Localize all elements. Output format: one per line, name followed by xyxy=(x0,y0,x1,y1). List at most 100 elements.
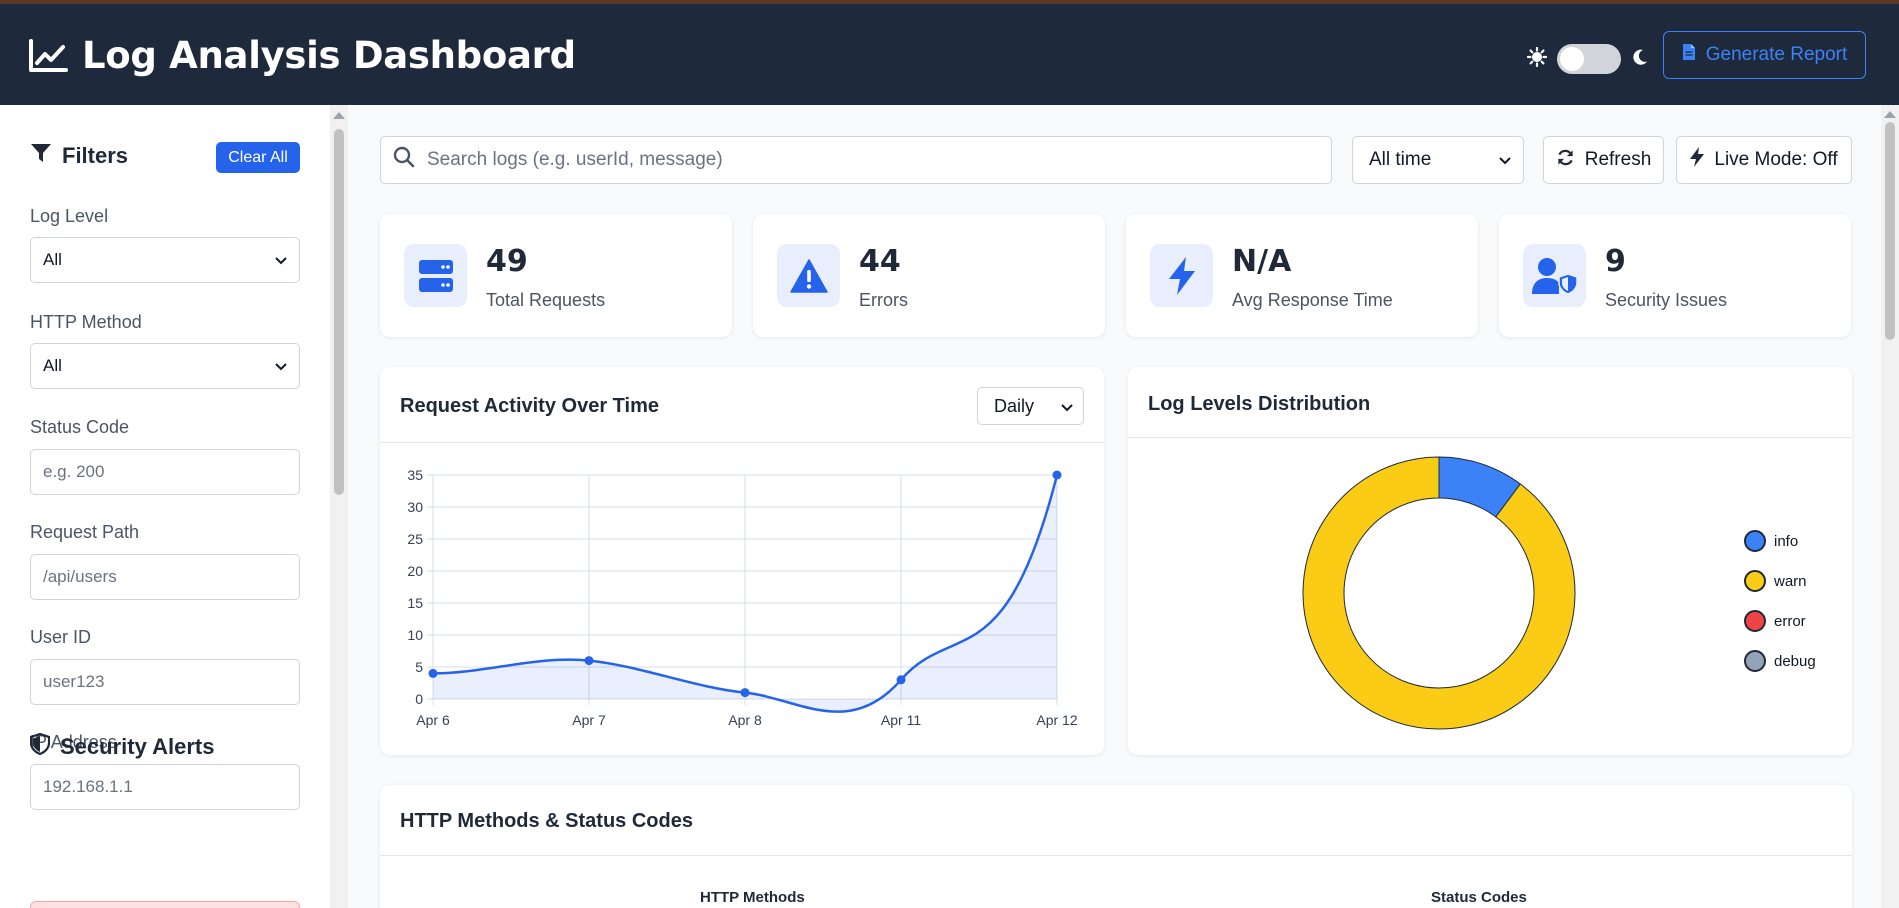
dark-mode-toggle[interactable] xyxy=(1557,44,1621,74)
search-input[interactable]: Search logs (e.g. userId, message) xyxy=(380,136,1332,184)
chart-line-icon xyxy=(28,38,68,73)
sidebar-scrollbar-thumb[interactable] xyxy=(334,129,344,495)
toggle-knob xyxy=(1560,47,1584,71)
request-path-label: Request Path xyxy=(30,522,140,542)
http-method-value: All xyxy=(43,356,62,375)
sun-icon xyxy=(1526,46,1548,72)
legend-label: warn xyxy=(1774,572,1807,590)
ip-address-input[interactable]: 192.168.1.1 xyxy=(30,764,300,810)
data-point[interactable] xyxy=(428,668,438,678)
stat-label: Avg Response Time xyxy=(1232,290,1393,310)
app-header: Log Analysis Dashboard Generate Report xyxy=(0,4,1899,105)
data-point[interactable] xyxy=(740,688,750,698)
generate-report-button[interactable]: Generate Report xyxy=(1663,31,1866,79)
log-levels-chart xyxy=(1302,456,1576,730)
user-id-input[interactable]: user123 xyxy=(30,659,300,705)
y-tick-label: 20 xyxy=(407,563,423,579)
status-code-input[interactable]: e.g. 200 xyxy=(30,449,300,495)
filters-title: Filters xyxy=(62,143,129,168)
legend-item[interactable]: info xyxy=(1744,530,1798,552)
stat-card-errors: 44 Errors xyxy=(753,214,1105,337)
filters-heading: Filters xyxy=(30,143,128,169)
x-tick-label: Apr 8 xyxy=(728,712,762,728)
theme-switcher xyxy=(1526,44,1649,74)
bolt-icon xyxy=(1150,244,1213,307)
panel-divider xyxy=(380,855,1852,856)
legend-item[interactable]: error xyxy=(1744,610,1806,632)
log-level-label: Log Level xyxy=(30,206,109,226)
request-activity-panel: Request Activity Over Time Daily 0 5 10 15 2… xyxy=(380,367,1104,755)
http-method-label: HTTP Method xyxy=(30,312,142,332)
log-level-select[interactable]: All xyxy=(30,237,300,283)
server-icon xyxy=(404,244,467,307)
legend-swatch xyxy=(1744,570,1766,592)
y-tick-label: 0 xyxy=(415,691,423,707)
legend-swatch xyxy=(1744,530,1766,552)
moon-icon xyxy=(1631,48,1649,71)
security-alerts-heading: Security Alerts xyxy=(29,732,215,761)
security-alert-item[interactable] xyxy=(30,901,300,908)
stat-value: 9 xyxy=(1605,244,1626,279)
scroll-up-arrow-icon[interactable] xyxy=(1884,111,1896,118)
chevron-down-icon xyxy=(275,356,287,376)
refresh-icon xyxy=(1556,148,1575,173)
security-alerts-title: Security Alerts xyxy=(60,734,215,759)
http-method-select[interactable]: All xyxy=(30,343,300,389)
stat-value: N/A xyxy=(1232,244,1292,279)
y-tick-label: 10 xyxy=(407,627,423,643)
search-placeholder: Search logs (e.g. userId, message) xyxy=(427,149,723,170)
filters-sidebar: Filters Clear All Log Level All HTTP Met… xyxy=(0,105,330,908)
data-point[interactable] xyxy=(1052,470,1062,480)
legend-swatch xyxy=(1744,610,1766,632)
refresh-button[interactable]: Refresh xyxy=(1543,136,1664,184)
page-title: Log Analysis Dashboard xyxy=(82,34,576,77)
user-shield-icon xyxy=(1523,244,1586,307)
x-tick-label: Apr 6 xyxy=(416,712,450,728)
main-scrollbar-thumb[interactable] xyxy=(1885,122,1895,340)
status-codes-subtitle: Status Codes xyxy=(1431,889,1527,906)
x-tick-label: Apr 11 xyxy=(881,712,921,728)
http-methods-panel: HTTP Methods & Status Codes HTTP Methods… xyxy=(380,785,1852,908)
live-mode-label: Live Mode: Off xyxy=(1714,149,1838,170)
status-code-label: Status Code xyxy=(30,417,130,437)
file-icon xyxy=(1682,43,1696,67)
http-methods-title: HTTP Methods & Status Codes xyxy=(400,810,693,832)
bolt-icon xyxy=(1690,147,1705,173)
legend-swatch xyxy=(1744,650,1766,672)
filter-icon xyxy=(30,143,52,169)
live-mode-button[interactable]: Live Mode: Off xyxy=(1676,136,1852,184)
user-id-label: User ID xyxy=(30,627,92,647)
log-levels-panel: Log Levels Distribution info warn error deb… xyxy=(1128,367,1852,755)
legend-label: error xyxy=(1774,612,1806,630)
refresh-label: Refresh xyxy=(1584,149,1652,170)
chevron-down-icon xyxy=(275,250,287,270)
legend-label: info xyxy=(1774,532,1799,550)
stat-label: Total Requests xyxy=(486,290,606,310)
y-tick-label: 25 xyxy=(407,531,423,547)
x-tick-label: Apr 7 xyxy=(572,712,606,728)
legend-label: debug xyxy=(1774,652,1816,670)
legend-item[interactable]: debug xyxy=(1744,650,1816,672)
slice-warn[interactable] xyxy=(1302,456,1576,730)
shield-icon xyxy=(29,732,51,761)
y-tick-label: 35 xyxy=(407,467,423,483)
x-tick-label: Apr 12 xyxy=(1036,712,1077,728)
request-path-input[interactable]: /api/users xyxy=(30,554,300,600)
stat-label: Security Issues xyxy=(1605,290,1728,310)
warning-icon xyxy=(777,244,840,307)
time-range-select[interactable]: All time xyxy=(1352,136,1524,184)
stat-card-total-requests: 49 Total Requests xyxy=(380,214,732,337)
y-tick-label: 15 xyxy=(407,595,423,611)
request-activity-chart: 0 5 10 15 20 25 30 35 Apr 6 Apr 7 Apr 8 Apr 11 Apr 1… xyxy=(407,467,1077,728)
data-point[interactable] xyxy=(896,675,906,685)
legend-item[interactable]: warn xyxy=(1744,570,1807,592)
data-point[interactable] xyxy=(584,656,594,666)
stat-label: Errors xyxy=(859,290,908,310)
time-range-value: All time xyxy=(1369,149,1432,170)
clear-all-button[interactable]: Clear All xyxy=(216,142,300,173)
stat-card-security-issues: 9 Security Issues xyxy=(1499,214,1851,337)
chevron-down-icon xyxy=(1499,149,1511,171)
generate-report-label: Generate Report xyxy=(1705,44,1848,65)
search-icon xyxy=(393,146,415,174)
scroll-up-arrow-icon[interactable] xyxy=(333,112,345,119)
